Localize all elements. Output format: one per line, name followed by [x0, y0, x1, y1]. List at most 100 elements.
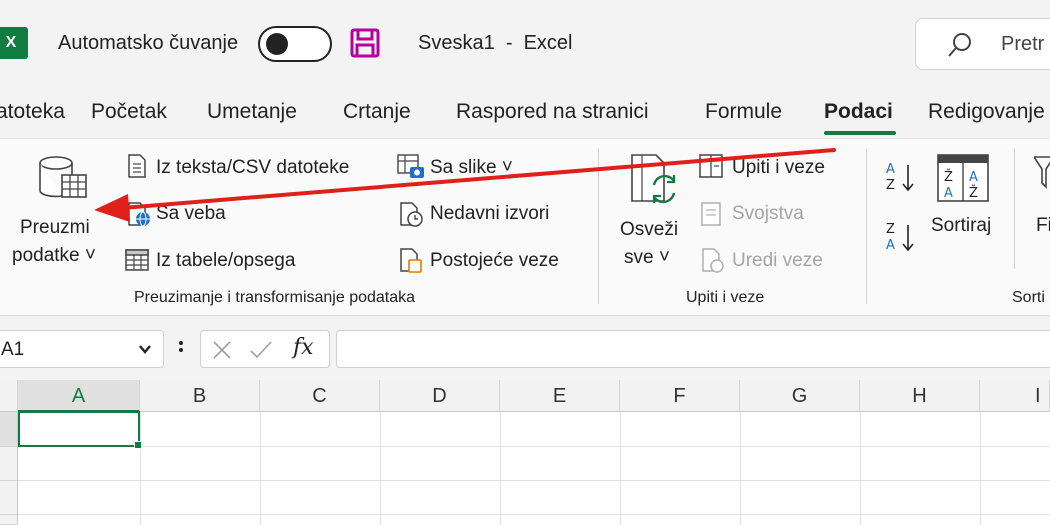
- grid-line: [620, 412, 621, 525]
- cancel-icon[interactable]: [211, 339, 233, 361]
- name-box[interactable]: A1: [0, 330, 164, 368]
- tab-draw[interactable]: Crtanje: [343, 100, 411, 124]
- svg-text:Ž: Ž: [944, 169, 953, 185]
- queries-connections-button[interactable]: Upiti i veze: [732, 157, 825, 179]
- svg-text:A: A: [969, 170, 978, 185]
- group-separator-3: [1014, 149, 1015, 269]
- svg-text:A: A: [944, 186, 953, 201]
- enter-check-icon[interactable]: [249, 339, 273, 361]
- column-header-f[interactable]: F: [620, 380, 740, 412]
- toggle-knob: [266, 33, 288, 55]
- formula-buttons: fx: [200, 330, 330, 368]
- picture-icon: [397, 154, 424, 178]
- from-picture-button[interactable]: Sa slike ˅: [430, 157, 513, 179]
- select-all-corner[interactable]: [0, 380, 18, 412]
- insert-function-button[interactable]: fx: [293, 335, 314, 360]
- tab-review[interactable]: Redigovanje: [928, 100, 1045, 124]
- from-table-range-button[interactable]: Iz tabele/opsega: [156, 250, 295, 272]
- search-icon: [948, 33, 971, 57]
- grid-line: [860, 412, 861, 525]
- text-file-icon: [128, 154, 146, 178]
- refresh-all-icon: [631, 154, 676, 204]
- fill-handle[interactable]: [134, 441, 142, 449]
- existing-connections-icon: [400, 248, 422, 273]
- chevron-down-icon[interactable]: [137, 341, 153, 357]
- web-icon: [128, 202, 150, 227]
- grid-line: [380, 412, 381, 525]
- grid-line: [140, 412, 141, 525]
- grid-line: [18, 514, 1050, 515]
- filter-icon: [1034, 156, 1050, 189]
- edit-links-button[interactable]: Uredi veze: [732, 250, 823, 272]
- svg-text:A: A: [886, 162, 895, 177]
- from-web-button[interactable]: Sa veba: [156, 203, 226, 225]
- active-cell-a1[interactable]: [18, 411, 142, 449]
- column-header-d[interactable]: D: [380, 380, 500, 412]
- tab-home[interactable]: Početak: [91, 100, 167, 124]
- group-label-sort-filter: Sorti: [1012, 289, 1045, 306]
- get-data-label-1[interactable]: Preuzmi: [20, 217, 90, 239]
- excel-app-icon: X: [0, 27, 28, 59]
- database-icon: [39, 156, 87, 198]
- properties-icon: [701, 202, 721, 226]
- grid-line: [500, 412, 501, 525]
- refresh-all-label-2[interactable]: sve ˅: [624, 247, 670, 269]
- tab-data[interactable]: Podaci: [824, 100, 893, 124]
- row-header-1[interactable]: [0, 412, 18, 447]
- svg-text:A: A: [886, 238, 895, 253]
- group-label-queries: Upiti i veze: [686, 289, 765, 306]
- grid-line: [18, 480, 1050, 481]
- svg-text:Z: Z: [886, 222, 895, 237]
- sort-dialog-icon: Ž A A Ž: [937, 154, 989, 202]
- svg-text:Z: Z: [886, 178, 895, 193]
- sort-a-to-z-icon[interactable]: A Z: [884, 159, 918, 195]
- grid-line: [18, 446, 1050, 447]
- grid-line: [260, 412, 261, 525]
- save-icon[interactable]: [350, 28, 380, 58]
- column-header-g[interactable]: G: [740, 380, 860, 412]
- column-header-e[interactable]: E: [500, 380, 620, 412]
- row-header-2[interactable]: [0, 447, 18, 481]
- edit-links-icon: [702, 248, 724, 273]
- group-separator-2: [866, 149, 867, 304]
- column-header-a[interactable]: A: [18, 380, 140, 412]
- ribbon-tabs: atoteka Početak Umetanje Crtanje Raspore…: [0, 92, 1050, 136]
- tab-insert[interactable]: Umetanje: [207, 100, 297, 124]
- table-range-icon: [125, 249, 149, 271]
- group-separator: [598, 149, 599, 304]
- column-header-c[interactable]: C: [260, 380, 380, 412]
- document-title: Sveska1 - Excel: [418, 32, 573, 54]
- properties-button[interactable]: Svojstva: [732, 203, 804, 225]
- row-header-3[interactable]: [0, 481, 18, 515]
- more-options-icon[interactable]: [176, 338, 186, 360]
- name-box-value: A1: [1, 339, 25, 360]
- tab-formulas[interactable]: Formule: [705, 100, 782, 124]
- formula-input[interactable]: [336, 330, 1050, 368]
- column-header-h[interactable]: H: [860, 380, 980, 412]
- tab-page-layout[interactable]: Raspored na stranici: [456, 100, 649, 124]
- ribbon: Preuzmi podatke ˅ Iz teksta/CSV datoteke…: [0, 138, 1050, 316]
- grid-line: [980, 412, 981, 525]
- from-text-csv-button[interactable]: Iz teksta/CSV datoteke: [156, 157, 349, 179]
- group-label-get-transform: Preuzimanje i transformisanje podataka: [134, 289, 416, 306]
- column-header-i[interactable]: I: [980, 380, 1050, 412]
- tab-file[interactable]: atoteka: [0, 100, 65, 124]
- sort-button[interactable]: Sortiraj: [931, 215, 991, 237]
- column-header-b[interactable]: B: [140, 380, 260, 412]
- autosave-toggle[interactable]: [258, 26, 332, 62]
- grid-line: [740, 412, 741, 525]
- title-bar: X Automatsko čuvanje Sveska1 - Excel Pre…: [0, 0, 1050, 88]
- row-header-4[interactable]: [0, 515, 18, 525]
- sort-z-to-a-icon[interactable]: Z A: [884, 219, 918, 255]
- existing-connections-button[interactable]: Postojeće veze: [430, 250, 559, 272]
- search-placeholder: Pretr: [1001, 33, 1045, 55]
- svg-text:Ž: Ž: [969, 185, 978, 201]
- recent-sources-button[interactable]: Nedavni izvori: [430, 203, 549, 225]
- get-data-label-2[interactable]: podatke ˅: [12, 245, 96, 267]
- refresh-all-label-1[interactable]: Osveži: [620, 219, 678, 241]
- queries-connections-icon: [699, 154, 723, 178]
- autosave-label: Automatsko čuvanje: [58, 32, 239, 54]
- recent-sources-icon: [400, 202, 423, 227]
- search-box[interactable]: Pretr: [915, 18, 1050, 70]
- filter-button[interactable]: Fi: [1036, 215, 1050, 237]
